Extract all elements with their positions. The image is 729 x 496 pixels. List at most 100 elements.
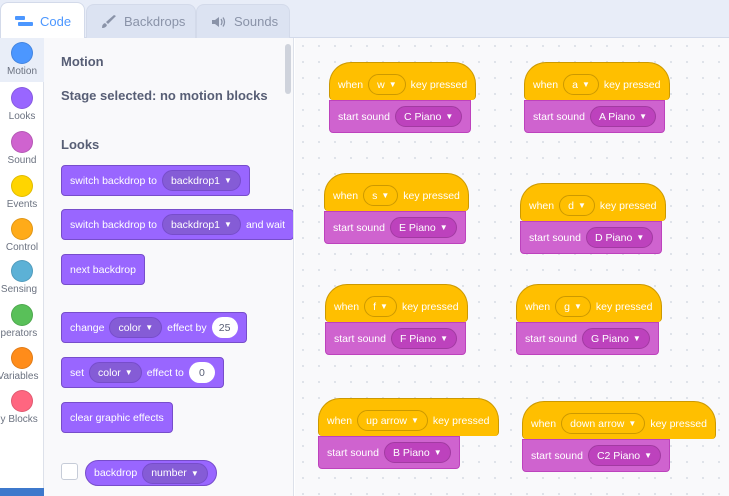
control-dot-icon	[11, 218, 33, 240]
effect-dropdown[interactable]: color ▼	[109, 317, 163, 338]
category-looks[interactable]: Looks	[0, 87, 44, 122]
backdrop-dropdown[interactable]: backdrop1 ▼	[161, 214, 241, 235]
script-workspace[interactable]: when w ▼ key pressed start sound C Piano ▼…	[295, 38, 729, 496]
sound-dropdown[interactable]: A Piano ▼	[589, 106, 657, 127]
category-my-blocks[interactable]: My Blocks	[0, 390, 44, 425]
sound-dropdown[interactable]: F Piano ▼	[390, 328, 458, 349]
start-sound-block[interactable]: start sound D Piano ▼	[520, 221, 663, 254]
when-key-pressed-block[interactable]: when down arrow ▼ key pressed	[522, 401, 716, 439]
category-sensing[interactable]: Sensing	[0, 260, 44, 295]
motion-empty-note: Stage selected: no motion blocks	[61, 88, 268, 103]
effect-dropdown[interactable]: color ▼	[89, 362, 142, 383]
key-dropdown[interactable]: g ▼	[555, 296, 591, 317]
clear-graphic-effects-block[interactable]: clear graphic effects	[61, 402, 173, 433]
category-label: Sensing	[0, 284, 38, 295]
block-text: set	[70, 366, 85, 379]
start-sound-block[interactable]: start sound E Piano ▼	[324, 211, 466, 244]
block-text: key pressed	[403, 189, 460, 202]
dropdown-value: backdrop1	[170, 218, 221, 231]
category-label: My Blocks	[0, 414, 38, 425]
tab-backdrops[interactable]: Backdrops	[86, 4, 196, 38]
backdrop-attribute-dropdown[interactable]: number ▼	[142, 462, 208, 484]
key-dropdown[interactable]: f ▼	[364, 296, 397, 317]
dropdown-value: C Piano	[403, 110, 442, 123]
speaker-icon	[211, 16, 227, 28]
caret-down-icon: ▼	[388, 80, 397, 89]
when-key-pressed-block[interactable]: when a ▼ key pressed	[524, 62, 670, 100]
key-dropdown[interactable]: down arrow ▼	[561, 413, 646, 434]
caret-down-icon: ▼	[190, 468, 199, 478]
block-text: key pressed	[599, 199, 657, 212]
key-dropdown[interactable]: s ▼	[363, 185, 399, 206]
sound-dropdown[interactable]: E Piano ▼	[389, 217, 457, 238]
block-text: when	[533, 78, 559, 91]
editor-tab-bar: Code Backdrops Sounds	[0, 0, 729, 39]
set-effect-block[interactable]: set color ▼ effect to 0	[61, 357, 224, 388]
dropdown-value: G Piano	[590, 332, 629, 345]
sound-dropdown[interactable]: C Piano ▼	[394, 106, 463, 127]
start-sound-block[interactable]: start sound C2 Piano ▼	[522, 439, 671, 472]
tab-code[interactable]: Code	[0, 2, 85, 39]
when-key-pressed-block[interactable]: when s ▼ key pressed	[324, 173, 469, 211]
block-text: key pressed	[432, 414, 490, 427]
key-dropdown[interactable]: up arrow ▼	[357, 410, 428, 431]
dropdown-value: B Piano	[392, 446, 430, 459]
block-text: key pressed	[410, 78, 468, 91]
start-sound-block[interactable]: start sound A Piano ▼	[524, 100, 666, 133]
extension-button[interactable]	[0, 488, 44, 496]
sound-dropdown[interactable]: C2 Piano ▼	[587, 445, 662, 466]
dropdown-value: color	[98, 366, 121, 379]
sound-dropdown[interactable]: D Piano ▼	[585, 227, 654, 248]
sensing-dot-icon	[11, 260, 33, 282]
when-key-pressed-block[interactable]: when up arrow ▼ key pressed	[318, 398, 499, 436]
category-motion[interactable]: Motion	[0, 38, 44, 82]
backdrop-monitor-checkbox[interactable]	[61, 463, 78, 480]
backdrop-dropdown[interactable]: backdrop1 ▼	[161, 170, 241, 191]
tab-backdrops-label: Backdrops	[124, 14, 186, 29]
start-sound-block[interactable]: start sound G Piano ▼	[516, 322, 659, 355]
change-effect-block[interactable]: change color ▼ effect by 25	[61, 312, 247, 343]
palette-scrollbar[interactable]	[285, 44, 291, 94]
when-key-pressed-block[interactable]: when g ▼ key pressed	[516, 284, 662, 322]
key-dropdown[interactable]: w ▼	[368, 74, 406, 95]
next-backdrop-block[interactable]: next backdrop	[61, 254, 145, 285]
dropdown-value: color	[118, 321, 142, 334]
block-text: start sound	[338, 110, 390, 123]
when-key-pressed-block[interactable]: when f ▼ key pressed	[325, 284, 468, 322]
caret-down-icon: ▼	[224, 220, 232, 229]
category-sound[interactable]: Sound	[0, 131, 44, 166]
category-label: Sound	[7, 155, 37, 166]
caret-down-icon: ▼	[380, 302, 388, 311]
dropdown-value: C2 Piano	[596, 449, 641, 462]
block-text: start sound	[334, 332, 386, 345]
effect-value-input[interactable]: 0	[188, 362, 215, 383]
switch-backdrop-wait-block[interactable]: switch backdrop to backdrop1 ▼ and wait	[61, 209, 293, 240]
category-operators[interactable]: Operators	[0, 304, 44, 339]
switch-backdrop-block[interactable]: switch backdrop to backdrop1 ▼	[61, 165, 250, 196]
block-text: start sound	[529, 231, 581, 244]
dropdown-value: down arrow	[570, 417, 625, 430]
start-sound-block[interactable]: start sound B Piano ▼	[318, 436, 460, 469]
key-dropdown[interactable]: d ▼	[559, 195, 595, 216]
caret-down-icon: ▼	[644, 451, 653, 460]
category-control[interactable]: Control	[0, 218, 44, 253]
events-dot-icon	[11, 175, 33, 197]
backdrop-reporter-block[interactable]: backdrop number ▼	[85, 460, 217, 486]
my-blocks-dot-icon	[11, 390, 33, 412]
start-sound-block[interactable]: start sound F Piano ▼	[325, 322, 467, 355]
key-dropdown[interactable]: a ▼	[563, 74, 599, 95]
block-text: when	[529, 199, 555, 212]
motion-dot-icon	[11, 42, 33, 64]
sound-dropdown[interactable]: B Piano ▼	[383, 442, 451, 463]
block-text: backdrop	[94, 467, 138, 479]
effect-amount-input[interactable]: 25	[211, 317, 238, 338]
when-key-pressed-block[interactable]: when d ▼ key pressed	[520, 183, 666, 221]
dropdown-value: f	[373, 300, 377, 313]
sound-dropdown[interactable]: G Piano ▼	[581, 328, 650, 349]
caret-down-icon: ▼	[145, 323, 154, 332]
start-sound-block[interactable]: start sound C Piano ▼	[329, 100, 472, 133]
category-events[interactable]: Events	[0, 175, 44, 210]
category-variables[interactable]: Variables	[0, 347, 44, 382]
when-key-pressed-block[interactable]: when w ▼ key pressed	[329, 62, 477, 100]
tab-sounds[interactable]: Sounds	[196, 4, 290, 38]
